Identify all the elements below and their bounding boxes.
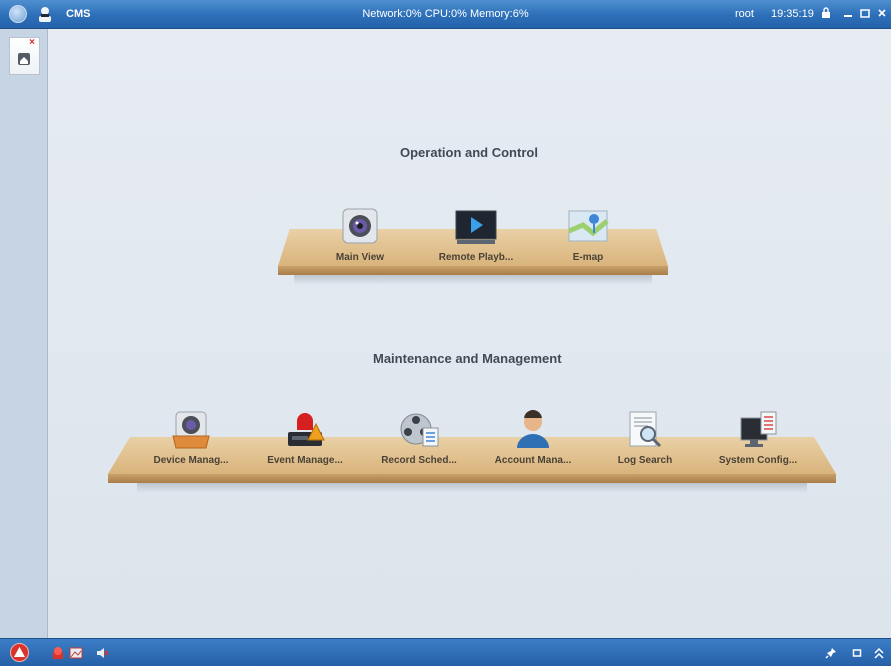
close-icon [878,9,886,17]
user-icon [512,410,554,450]
app-account-management[interactable]: Account Mana... [483,410,583,466]
alarm-icon [284,410,326,450]
app-e-map[interactable]: E-map [538,207,638,263]
alarm-sound-button[interactable] [50,645,65,660]
app-label: Event Manage... [267,455,343,466]
app-label: System Config... [718,455,798,466]
speaker-mute-icon [96,647,109,658]
section-title-operation: Operation and Control [400,145,538,160]
log-search-icon [624,410,666,450]
app-label: Account Mana... [494,455,572,466]
double-chevron-up-icon [873,647,884,659]
picture-icon [69,647,82,658]
app-label: Record Sched... [381,455,457,466]
app-device-management[interactable]: Device Manag... [141,410,241,466]
lock-button[interactable] [819,6,833,20]
app-main-view[interactable]: Main View [310,207,410,263]
app-label: Remote Playb... [438,252,514,263]
device-camera-icon [170,410,212,450]
tab-sidebar: × [0,29,48,638]
app-label: Log Search [617,455,673,466]
minimize-icon [844,15,852,17]
tab-close-icon[interactable]: × [29,37,35,48]
pin-icon [824,647,836,659]
map-icon [567,207,609,247]
clock: 19:35:19 [771,8,814,20]
tab-control-panel[interactable]: × [9,37,40,75]
siren-icon [52,646,63,659]
top-bar: CMS Network:0% CPU:0% Memory:6% root 19:… [0,0,891,29]
maximize-button[interactable] [858,6,872,20]
film-reel-icon [398,410,440,450]
alarm-warning-icon [10,643,29,662]
app-system-configuration[interactable]: System Config... [708,410,808,466]
section-title-maintenance: Maintenance and Management [373,351,562,366]
expand-panel-button[interactable] [871,645,886,660]
audio-button[interactable] [94,645,109,660]
close-button[interactable] [875,6,889,20]
bottom-bar [0,638,891,666]
playback-icon [455,207,497,247]
camera-icon [339,207,381,247]
maximize-icon [860,9,870,18]
app-event-management[interactable]: Event Manage... [255,410,355,466]
monitor-config-icon [737,410,779,450]
home-icon [18,53,30,65]
app-remote-playback[interactable]: Remote Playb... [426,207,526,263]
app-record-schedule[interactable]: Record Sched... [369,410,469,466]
pin-button[interactable] [823,645,838,660]
alarm-popup-button[interactable] [68,645,83,660]
control-panel: Operation and Control Main View Remote P… [48,29,891,638]
lock-icon [822,7,830,18]
system-status: Network:0% CPU:0% Memory:6% [362,8,529,20]
app-label: E-map [572,252,604,263]
restore-panel-button[interactable] [849,645,864,660]
minimize-button[interactable] [841,6,855,20]
current-user: root [735,8,754,20]
app-label: Main View [335,252,385,263]
app-log-search[interactable]: Log Search [595,410,695,466]
app-label: Device Manag... [153,455,229,466]
square-icon [852,648,861,657]
alarm-center-button[interactable] [10,643,29,662]
